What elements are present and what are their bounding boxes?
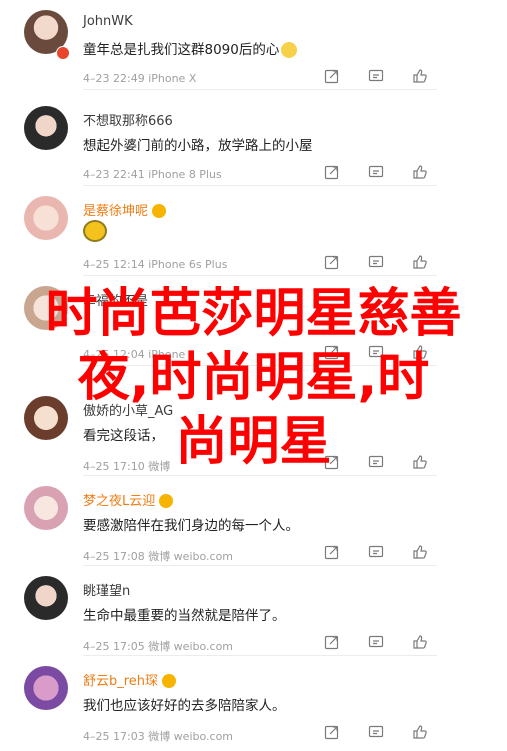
comment-icon[interactable]	[367, 634, 385, 650]
avatar[interactable]	[24, 196, 68, 240]
share-icon[interactable]	[323, 724, 341, 740]
like-icon[interactable]	[411, 724, 429, 740]
verified-badge-icon	[56, 46, 70, 60]
share-icon[interactable]	[323, 164, 341, 180]
comment-text: 想起外婆门前的小路，放学路上的小屋	[83, 138, 313, 154]
emoji-icon	[281, 42, 298, 58]
comment-actions	[323, 454, 429, 470]
comment-username[interactable]: 舒云b_reh琛	[83, 670, 177, 689]
comment-item: 幸福的不是 4–25 12:04 iPhone	[0, 276, 507, 366]
comment-item: 舒云b_reh琛 我们也应该好好的去多陪陪家人。 4–25 17:03 微博 w…	[0, 656, 507, 746]
comment-username[interactable]: 眺瑾望n	[83, 580, 130, 599]
like-icon[interactable]	[411, 68, 429, 84]
share-icon[interactable]	[323, 68, 341, 84]
like-icon[interactable]	[411, 454, 429, 470]
comment-meta: 4–25 12:14 iPhone 6s Plus	[83, 258, 228, 271]
avatar[interactable]	[24, 666, 68, 710]
comment-text: 要感激陪伴在我们身边的每一个人。	[83, 518, 299, 534]
comment-username[interactable]: 傲娇的小草_AG	[83, 400, 173, 419]
comment-actions	[323, 634, 429, 650]
comment-icon[interactable]	[367, 544, 385, 560]
comment-actions	[323, 544, 429, 560]
avatar[interactable]	[24, 286, 68, 330]
comment-actions	[323, 68, 429, 84]
comment-icon[interactable]	[367, 68, 385, 84]
vip-icon	[152, 203, 167, 218]
comment-username[interactable]: JohnWK	[83, 14, 133, 29]
comment-meta: 4–23 22:41 iPhone 8 Plus	[83, 168, 222, 181]
comment-username[interactable]: 幸福的不是	[83, 290, 148, 309]
comment-text: 看完这段话，	[83, 428, 164, 444]
avatar[interactable]	[24, 576, 68, 620]
comment-icon[interactable]	[367, 724, 385, 740]
comment-actions	[323, 254, 429, 270]
like-icon[interactable]	[411, 544, 429, 560]
comment-text: 生命中最重要的当然就是陪伴了。	[83, 608, 286, 624]
comment-item: 梦之夜L云迎 要感激陪伴在我们身边的每一个人。 4–25 17:08 微博 we…	[0, 476, 507, 566]
comment-meta: 4–23 22:49 iPhone X	[83, 72, 197, 85]
comment-item: 眺瑾望n 生命中最重要的当然就是陪伴了。 4–25 17:05 微博 weibo…	[0, 566, 507, 656]
share-icon[interactable]	[323, 344, 341, 360]
avatar[interactable]	[24, 486, 68, 530]
comment-item: 傲娇的小草_AG 看完这段话， 4–25 17:10 微博	[0, 386, 507, 476]
comment-icon[interactable]	[367, 344, 385, 360]
share-icon[interactable]	[323, 544, 341, 560]
share-icon[interactable]	[323, 254, 341, 270]
like-icon[interactable]	[411, 164, 429, 180]
comment-text	[83, 220, 107, 246]
like-icon[interactable]	[411, 254, 429, 270]
like-icon[interactable]	[411, 344, 429, 360]
like-icon[interactable]	[411, 634, 429, 650]
comment-meta: 4–25 17:03 微博 weibo.com	[83, 730, 234, 743]
comment-username[interactable]: 不想取那称666	[83, 110, 173, 129]
comment-text: 童年总是扎我们这群8090后的心	[83, 38, 298, 58]
comment-actions	[323, 164, 429, 180]
sticker-icon	[83, 220, 107, 242]
comment-actions	[323, 344, 429, 360]
share-icon[interactable]	[323, 634, 341, 650]
vip-icon	[162, 673, 177, 688]
comment-text: 我们也应该好好的去多陪陪家人。	[83, 698, 286, 714]
comment-meta: 4–25 17:08 微博 weibo.com	[83, 550, 234, 563]
comment-meta: 4–25 17:05 微博 weibo.com	[83, 640, 234, 653]
comment-icon[interactable]	[367, 454, 385, 470]
comment-item: 不想取那称666 想起外婆门前的小路，放学路上的小屋 4–23 22:41 iP…	[0, 96, 507, 186]
vip-icon	[159, 493, 174, 508]
avatar[interactable]	[24, 106, 68, 150]
comment-meta: 4–25 12:04 iPhone	[83, 348, 186, 361]
divider	[83, 365, 437, 366]
comment-item: 是蔡徐坤呢 4–25 12:14 iPhone 6s Plus	[0, 186, 507, 276]
divider	[83, 89, 437, 90]
comment-username[interactable]: 是蔡徐坤呢	[83, 200, 167, 219]
comment-icon[interactable]	[367, 164, 385, 180]
comment-username[interactable]: 梦之夜L云迎	[83, 490, 174, 509]
avatar[interactable]	[24, 396, 68, 440]
comment-icon[interactable]	[367, 254, 385, 270]
comment-meta: 4–25 17:10 微博	[83, 460, 171, 473]
comment-actions	[323, 724, 429, 740]
share-icon[interactable]	[323, 454, 341, 470]
comment-item: JohnWK 童年总是扎我们这群8090后的心 4–23 22:49 iPhon…	[0, 0, 507, 90]
